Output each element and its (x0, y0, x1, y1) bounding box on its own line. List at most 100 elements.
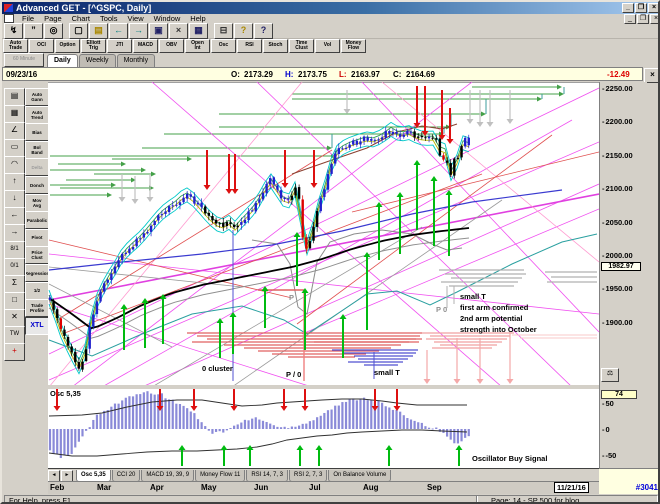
study-button-option[interactable]: Option (55, 39, 80, 53)
high-label: H: (285, 70, 294, 79)
sum-icon[interactable]: Σ (4, 275, 25, 293)
print-icon[interactable]: ⊟ (214, 22, 233, 39)
study-button-time-clust[interactable]: Time Clust (289, 39, 314, 53)
gann-square-icon[interactable]: ▦ (4, 105, 25, 123)
study-button-osc[interactable]: Osc (211, 39, 236, 53)
svg-text:Oscillator Buy Signal: Oscillator Buy Signal (472, 454, 547, 463)
study-button-auto-trend[interactable]: Auto Trend (25, 105, 49, 124)
ratio-0-1-icon[interactable]: 0/1 (4, 258, 25, 276)
timeframe-tab-monthly[interactable]: Monthly (116, 54, 156, 67)
arc-tool-icon[interactable]: ◠ (4, 156, 25, 174)
oscillator-value-box: 74 (601, 390, 637, 399)
low-label: L: (339, 70, 347, 79)
indicator-tab-cci-20[interactable]: CCI 20 (111, 469, 141, 482)
open-page-icon[interactable]: ▤ (89, 22, 108, 39)
angle-tool-icon[interactable]: ∠ (4, 122, 25, 140)
study-button-obv[interactable]: OBV (159, 39, 184, 53)
close-button[interactable]: × (648, 3, 658, 13)
study-button-price-clust[interactable]: Price Clust (25, 246, 49, 265)
cross-lines-icon[interactable]: ✕ (4, 309, 25, 327)
child-restore-button[interactable]: ❐ (637, 13, 649, 24)
copy-page-icon[interactable]: ▣ (149, 22, 168, 39)
help-icon[interactable]: ? (234, 22, 253, 39)
month-label-may: May (201, 483, 217, 492)
restore-button[interactable]: ❐ (635, 3, 647, 13)
low-value: 2163.97 (351, 70, 380, 79)
date-box[interactable]: 11/21/16 (554, 482, 589, 493)
minimize-button[interactable]: _ (622, 3, 634, 13)
indicator-tab-on-balance-volume[interactable]: On Balance Volume (328, 469, 392, 482)
price-tick-label: 2150.00 (602, 151, 633, 160)
child-minimize-button[interactable]: _ (624, 13, 636, 24)
left-toolbar: ▤ ▦ ∠ ▭ ◠ ↑ ↓ ← → 8/1 0/1 Σ □ ✕ TW + Auto Gann Auto Trend Bi… (2, 82, 49, 468)
study-button-xtl[interactable]: XTL (25, 316, 49, 335)
indicator-tab-rsi-14-7-3[interactable]: RSI 14, 7, 3 (246, 469, 288, 482)
arrow-up-icon[interactable]: ↑ (4, 173, 25, 191)
study-button-oci[interactable]: OCI (29, 39, 54, 53)
pointer-icon[interactable]: ↯ (4, 22, 23, 39)
study-button-vol[interactable]: Vol (315, 39, 340, 53)
study-button-open-int[interactable]: Open Int (185, 39, 210, 53)
indicator-tab-macd-19-39-9[interactable]: MACD 19, 39, 9 (141, 469, 195, 482)
oscillator-tick-label: 0 (602, 425, 610, 434)
indicator-tab-rsi-2-7-3[interactable]: RSI 2, 7, 3 (289, 469, 328, 482)
zoom-icon[interactable]: ◎ (44, 22, 63, 39)
timeframe-60min-button[interactable]: 60 Minute (4, 53, 44, 67)
context-help-icon[interactable]: ? (254, 22, 273, 39)
study-button-jti[interactable]: JTI (107, 39, 132, 53)
box-tool-icon[interactable]: □ (4, 292, 25, 310)
quote-bar-close-icon[interactable]: × (644, 68, 658, 83)
status-page-text: Page: 14 - SP 500 for blog (476, 495, 658, 502)
indicator-tab-osc-5-35[interactable]: Osc 5,35 (76, 469, 111, 482)
study-button-stoch[interactable]: Stoch (263, 39, 288, 53)
study-button-donch[interactable]: Donch (25, 176, 49, 194)
study-button-bol-band[interactable]: Bol Band (25, 140, 49, 159)
svg-text:Osc 5,35: Osc 5,35 (50, 389, 81, 398)
study-button-trade-profile[interactable]: Trade Profile (25, 299, 49, 318)
study-button-1-2[interactable]: 1/2 (25, 281, 49, 300)
indicator-tab-money-flow-11[interactable]: Money Flow 11 (195, 469, 246, 482)
next-page-icon[interactable]: → (129, 22, 148, 39)
timeframe-tab-daily[interactable]: Daily (47, 54, 78, 67)
study-button-auto-trade[interactable]: Auto Trade (3, 39, 28, 53)
month-label-sep: Sep (427, 483, 442, 492)
axis-properties-icon[interactable]: ⚖ (601, 368, 619, 382)
arrow-left-icon[interactable]: ← (4, 207, 25, 225)
study-button-elliott-trig[interactable]: Elliott Trig (81, 39, 106, 53)
high-value: 2173.75 (298, 70, 327, 79)
quote-icon[interactable]: ” (24, 22, 43, 39)
study-button-regression[interactable]: Regression (25, 264, 49, 282)
plus-icon[interactable]: + (4, 343, 25, 361)
study-button-pivot[interactable]: Pivot (25, 228, 49, 247)
tab-scroll-left-icon[interactable]: ◄ (48, 469, 60, 482)
chart-canvas[interactable]: 0 cluster P / 0 small T P P 0 small T first ar… (48, 82, 599, 469)
new-page-icon[interactable]: ▢ (69, 22, 88, 39)
close-label: C: (393, 70, 402, 79)
quote-date: 09/23/16 (6, 70, 38, 79)
page-settings-icon[interactable]: ▦ (189, 22, 208, 39)
timeframe-tab-weekly[interactable]: Weekly (78, 54, 116, 67)
arrow-right-icon[interactable]: → (4, 224, 25, 242)
quote-bar: 09/23/16 O: 2173.29 H: 2173.75 L: 2163.9… (2, 67, 643, 81)
study-button-parabolic[interactable]: Parabolic (25, 211, 49, 230)
arrow-down-icon[interactable]: ↓ (4, 190, 25, 208)
ruler-icon[interactable]: ▭ (4, 139, 25, 157)
chart-open-icon[interactable]: ▤ (4, 88, 25, 106)
delete-page-icon[interactable]: × (169, 22, 188, 39)
price-tick-label: 2050.00 (602, 218, 633, 227)
ratio-8-1-icon[interactable]: 8/1 (4, 241, 25, 259)
window-title: Advanced GET - [^GSPC, Daily] (16, 3, 152, 13)
study-button-auto-gann[interactable]: Auto Gann (25, 88, 49, 106)
child-close-button[interactable]: × (650, 13, 658, 24)
study-button-bias[interactable]: Bias (25, 123, 49, 142)
price-tick-label: 1950.00 (602, 284, 633, 293)
indicator-tabs: ◄ ► Osc 5,35 CCI 20 MACD 19, 39, 9 Money Fl… (48, 468, 599, 482)
tab-scroll-right-icon[interactable]: ► (61, 469, 73, 482)
study-button-macd[interactable]: MACD (133, 39, 158, 53)
study-button-money-flow[interactable]: Money Flow (341, 39, 366, 53)
study-button-mov-avg[interactable]: Mov Avg (25, 193, 49, 212)
study-button-delta[interactable]: Delta (25, 158, 49, 177)
prev-page-icon[interactable]: ← (109, 22, 128, 39)
tw-icon[interactable]: TW (4, 326, 25, 344)
study-button-rsi[interactable]: RSI (237, 39, 262, 53)
